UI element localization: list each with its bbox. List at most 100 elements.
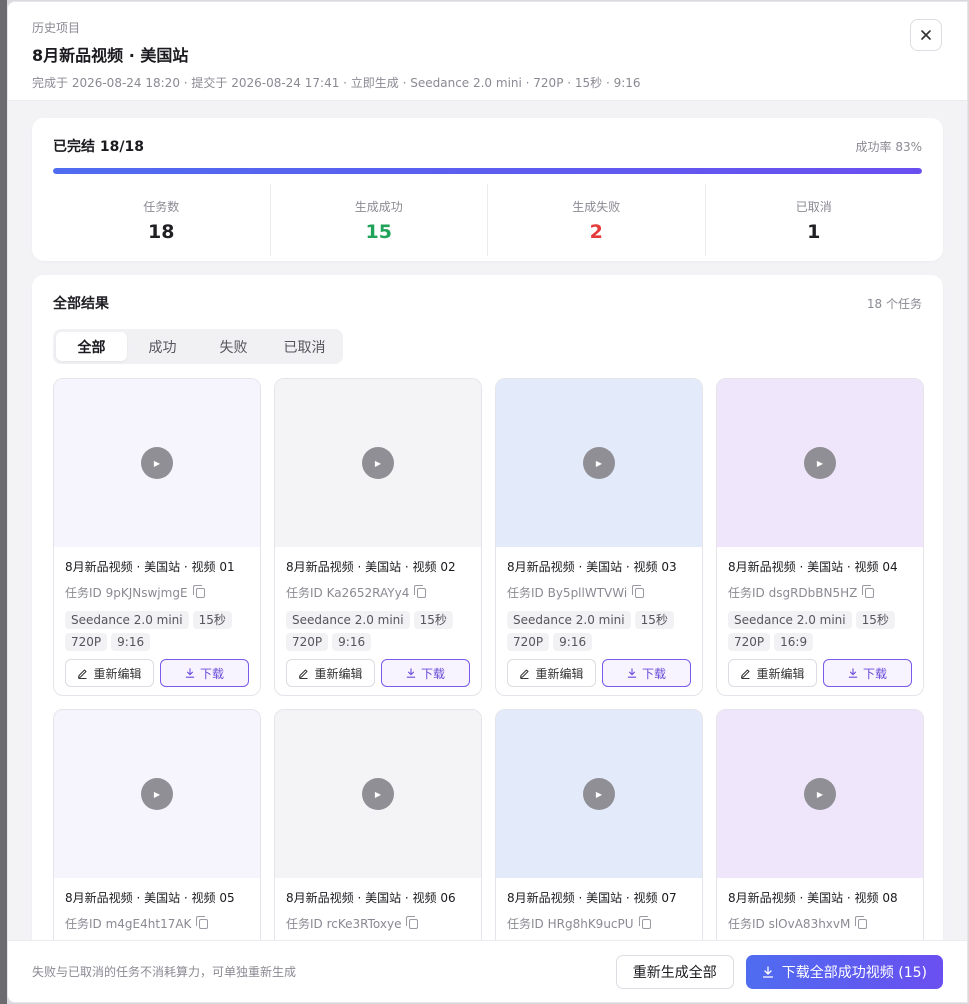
card-title: 8月新品视频 · 美国站 · 视频 04 [728,560,898,574]
re-edit-button[interactable]: 重新编辑 [286,659,375,687]
re-edit-button[interactable]: 重新编辑 [65,659,154,687]
download-button[interactable]: 下载 [381,659,470,687]
card-task-id: 任务ID Ka2652RAYy4 [286,584,470,601]
stat-success: 生成成功 15 [271,184,488,256]
play-icon[interactable]: ▶ [141,447,173,479]
re-edit-label: 重新编辑 [756,666,805,681]
download-button[interactable]: 下载 [160,659,249,687]
video-thumbnail[interactable]: ▶ [275,710,481,878]
card-task-id: 任务ID slOvA83hxvM [728,915,912,932]
stat-value: 2 [589,221,603,243]
task-id-text: 任务ID m4gE4ht17AK [65,917,192,931]
tag-ratio: 9:16 [111,633,151,651]
tag-duration: 15秒 [413,611,453,629]
video-thumbnail[interactable]: ▶ [496,710,702,878]
tag-resolution: 720P [728,633,771,651]
stat-value: 18 [148,221,175,243]
re-edit-label: 重新编辑 [93,666,142,681]
video-thumbnail[interactable]: ▶ [717,379,923,547]
video-thumbnail[interactable]: ▶ [54,379,260,547]
video-thumbnail[interactable]: ▶ [496,379,702,547]
re-edit-button[interactable]: 重新编辑 [507,659,596,687]
task-id-text: 任务ID By5pllWTVWi [507,586,628,600]
card-actions: 重新编辑 下载 [507,659,691,687]
tag-resolution: 720P [507,633,550,651]
copy-icon[interactable] [406,915,419,929]
summary-panel: 已完结 18/18 成功率 83% 任务数 18 生成成功 15 生成失败 2 [32,118,943,261]
task-id-text: 任务ID slOvA83hxvM [728,917,851,931]
download-label: 下载 [420,666,445,681]
re-edit-button[interactable]: 重新编辑 [728,659,817,687]
tag-ratio: 9:16 [332,633,372,651]
card-tags: Seedance 2.0 mini 15秒 720P 9:16 [65,611,249,651]
stat-label: 生成成功 [354,200,403,214]
copy-icon[interactable] [862,584,875,598]
result-card: ▶ 8月新品视频 · 美国站 · 视频 05 任务ID m4gE4ht17AK … [53,709,261,942]
card-tags: Seedance 2.0 mini 15秒 720P 9:16 [507,611,691,651]
tag-resolution: 720P [65,633,108,651]
tag-duration: 15秒 [634,611,674,629]
copy-icon[interactable] [192,584,205,598]
tag-model: Seedance 2.0 mini [507,611,631,629]
download-all-button[interactable]: 下载全部成功视频 (15) [745,954,943,989]
stat-value: 15 [365,221,392,243]
card-title: 8月新品视频 · 美国站 · 视频 07 [507,891,677,905]
download-button[interactable]: 下载 [602,659,691,687]
card-task-id: 任务ID 9pKJNswjmgE [65,584,249,601]
copy-icon[interactable] [196,915,209,929]
play-icon[interactable]: ▶ [804,447,836,479]
play-icon[interactable]: ▶ [583,447,615,479]
modal-scroll-area[interactable]: 已完结 18/18 成功率 83% 任务数 18 生成成功 15 生成失败 2 [8,102,967,942]
tab-cancelled[interactable]: 已取消 [269,332,340,361]
video-thumbnail[interactable]: ▶ [717,710,923,878]
card-title: 8月新品视频 · 美国站 · 视频 06 [286,891,456,905]
task-id-text: 任务ID rcKe3RToxye [286,917,402,931]
pencil-icon [741,669,750,679]
play-icon[interactable]: ▶ [804,778,836,810]
task-id-text: 任务ID Ka2652RAYy4 [286,586,410,600]
regenerate-all-button[interactable]: 重新生成全部 [615,954,734,989]
success-rate: 成功率 83% [855,139,923,154]
close-icon [921,30,931,40]
card-actions: 重新编辑 下载 [286,659,470,687]
copy-icon[interactable] [632,584,645,598]
play-icon[interactable]: ▶ [141,778,173,810]
download-icon [406,668,416,678]
play-icon[interactable]: ▶ [583,778,615,810]
card-tags: Seedance 2.0 mini 15秒 720P 16:9 [728,611,912,651]
task-id-text: 任务ID 9pKJNswjmgE [65,586,188,600]
download-button[interactable]: 下载 [823,659,912,687]
tag-model: Seedance 2.0 mini [728,611,852,629]
download-icon [627,668,637,678]
summary-title: 已完结 18/18 [53,139,144,155]
copy-icon[interactable] [855,915,868,929]
tag-ratio: 9:16 [553,633,593,651]
card-tags: Seedance 2.0 mini 15秒 720P 9:16 [286,611,470,651]
copy-icon[interactable] [414,584,427,598]
download-icon [185,668,195,678]
re-edit-label: 重新编辑 [314,666,363,681]
copy-icon[interactable] [638,915,651,929]
footer-note: 失败与已取消的任务不消耗算力，可单独重新生成 [32,965,297,979]
close-button[interactable] [910,19,942,51]
play-icon[interactable]: ▶ [362,447,394,479]
video-thumbnail[interactable]: ▶ [54,710,260,878]
stats-row: 任务数 18 生成成功 15 生成失败 2 已取消 1 [53,184,922,256]
progress-bar [53,168,922,174]
task-id-text: 任务ID HRg8hK9ucPU [507,917,634,931]
results-title: 全部结果 [53,296,109,312]
download-icon [848,668,858,678]
tab-success[interactable]: 成功 [127,332,198,361]
result-card: ▶ 8月新品视频 · 美国站 · 视频 03 任务ID By5pllWTVWi … [495,378,703,696]
tag-resolution: 720P [286,633,329,651]
card-task-id: 任务ID m4gE4ht17AK [65,915,249,932]
results-grid: ▶ 8月新品视频 · 美国站 · 视频 01 任务ID 9pKJNswjmgE … [53,378,924,942]
tab-failed[interactable]: 失败 [198,332,269,361]
play-icon[interactable]: ▶ [362,778,394,810]
result-card: ▶ 8月新品视频 · 美国站 · 视频 04 任务ID dsgRDbBN5HZ … [716,378,924,696]
tab-all[interactable]: 全部 [56,332,127,361]
download-all-label: 下载全部成功视频 (15) [781,964,927,981]
card-title: 8月新品视频 · 美国站 · 视频 03 [507,560,677,574]
card-task-id: 任务ID dsgRDbBN5HZ [728,584,912,601]
video-thumbnail[interactable]: ▶ [275,379,481,547]
